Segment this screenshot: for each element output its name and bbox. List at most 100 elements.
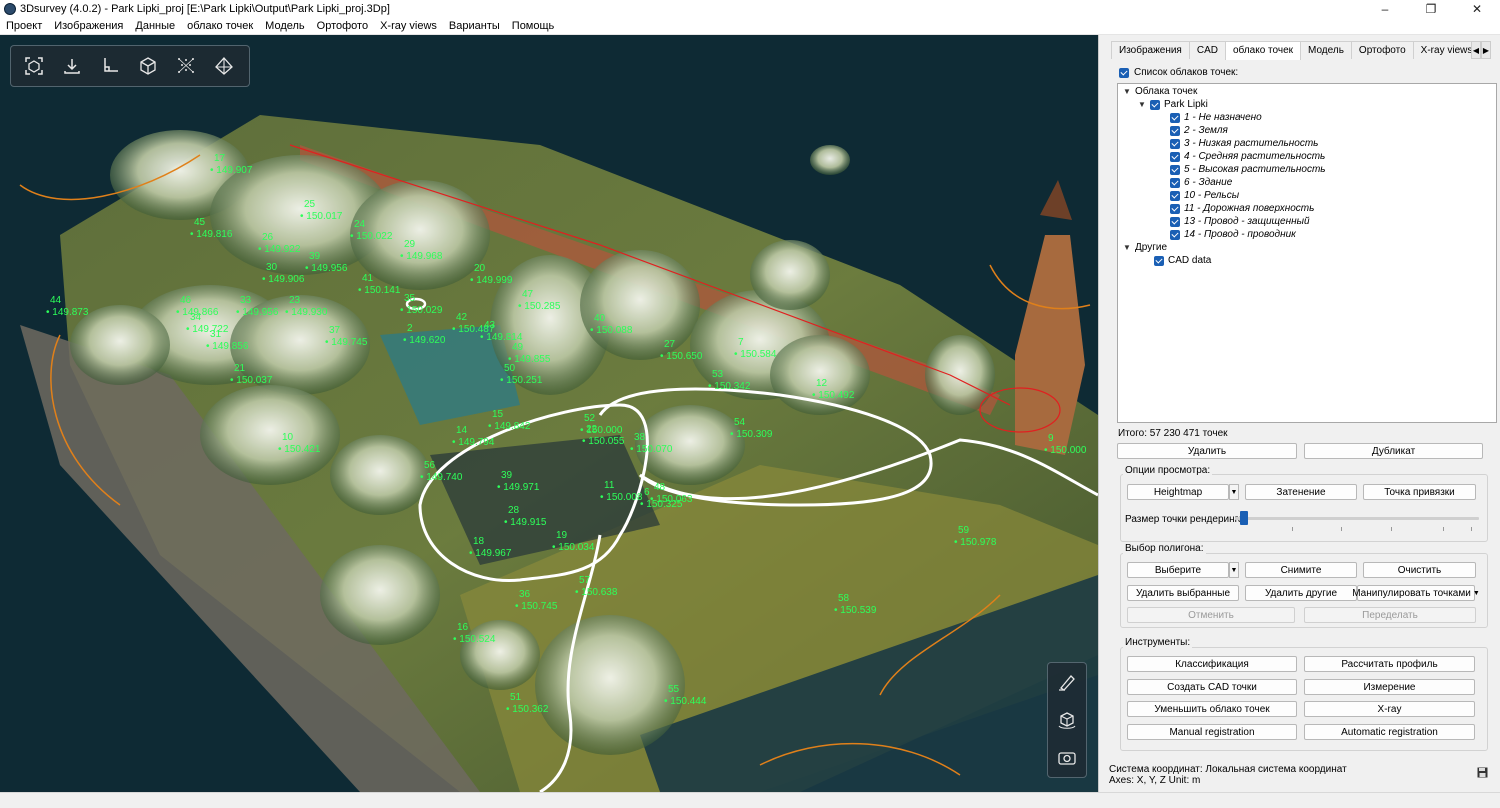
survey-point-id: 38 [634,432,646,443]
heightmap-dropdown[interactable]: Heightmap [1127,484,1229,500]
tree-node-class[interactable]: 11 - Дорожная поверхность [1170,203,1314,214]
tree-node-class[interactable]: 14 - Провод - проводник [1170,229,1296,240]
tree-node-class[interactable]: 5 - Высокая растительность [1170,164,1326,175]
classification-button[interactable]: Классификация [1127,656,1297,672]
menu-orthophoto[interactable]: Ортофото [311,18,374,35]
class-checkbox[interactable] [1170,125,1180,136]
snap-point-button[interactable]: Точка привязки [1363,484,1476,500]
tree-node-class[interactable]: 2 - Земля [1170,125,1228,136]
tree-node-root[interactable]: ▼ Облака точек [1123,86,1197,97]
focus-target-icon[interactable] [15,48,53,84]
manipulate-points-dropdown[interactable]: Манипулировать точками ▼ [1352,585,1480,601]
create-cad-points-button[interactable]: Создать CAD точки [1127,679,1297,695]
tab-images[interactable]: Изображения [1111,41,1190,59]
points-total: Итого: 57 230 471 точек [1118,428,1228,439]
download-icon[interactable] [53,48,91,84]
menu-project[interactable]: Проект [0,18,48,35]
tree-node-others[interactable]: ▼ Другие [1123,242,1167,253]
class-checkbox[interactable] [1170,177,1180,188]
redo-button[interactable]: Переделать [1304,607,1476,623]
class-checkbox[interactable] [1170,190,1180,201]
cloud-list-header[interactable]: Список облаков точек: [1119,67,1238,78]
tab-point-cloud[interactable]: облако точек [1224,41,1302,60]
survey-point-elevation: • 150.141 [358,285,401,296]
cube-rotate-icon[interactable] [1052,705,1082,735]
select-dropdown-arrow-icon[interactable]: ▼ [1229,562,1239,578]
menu-xray-views[interactable]: X-ray views [374,18,443,35]
tree-node-cad[interactable]: CAD data [1154,255,1211,266]
heightmap-dropdown-arrow-icon[interactable]: ▼ [1229,484,1239,500]
expand-arrow-icon[interactable]: ▼ [1138,100,1146,109]
cube-icon[interactable] [129,48,167,84]
point-size-slider-track[interactable] [1235,517,1479,520]
reduce-cloud-button[interactable]: Уменьшить облако точек [1127,701,1297,717]
select-dropdown[interactable]: Выберите [1127,562,1229,578]
class-checkbox[interactable] [1170,151,1180,162]
maximize-button[interactable]: ❐ [1408,0,1454,18]
polygon-selection-title: Выбор полигона: [1123,543,1206,554]
duplicate-button[interactable]: Дубликат [1304,443,1483,459]
survey-point-id: 39 [501,470,513,481]
expand-arrow-icon[interactable]: ▼ [1123,243,1131,252]
calculate-profile-button[interactable]: Рассчитать профиль [1304,656,1475,672]
tree-node-class[interactable]: 3 - Низкая растительность [1170,138,1318,149]
tree-node-class[interactable]: 4 - Средняя растительность [1170,151,1325,162]
menu-images[interactable]: Изображения [48,18,129,35]
menu-point-cloud[interactable]: облако точек [181,18,259,35]
survey-point-id: 41 [362,273,374,284]
menu-variants[interactable]: Варианты [443,18,506,35]
delete-selected-button[interactable]: Удалить выбранные [1127,585,1239,601]
class-checkbox[interactable] [1170,112,1180,123]
axes-icon[interactable] [91,48,129,84]
project-checkbox[interactable] [1150,99,1160,110]
tree-node-class[interactable]: 1 - Не назначено [1170,112,1262,123]
point-scatter-icon[interactable] [167,48,205,84]
measurement-button[interactable]: Измерение [1304,679,1475,695]
save-icon[interactable] [1477,767,1488,778]
tree-node-class[interactable]: 10 - Рельсы [1170,190,1239,201]
pen-tool-icon[interactable] [1052,667,1082,697]
class-checkbox[interactable] [1170,229,1180,240]
menu-help[interactable]: Помощь [506,18,561,35]
screenshot-camera-icon[interactable] [1052,743,1082,773]
class-checkbox[interactable] [1170,216,1180,227]
tree-node-project[interactable]: ▼ Park Lipki [1138,99,1208,110]
deselect-button[interactable]: Снимите [1245,562,1357,578]
automatic-registration-button[interactable]: Automatic registration [1304,724,1475,740]
cloud-list-checkbox[interactable] [1119,67,1129,78]
clear-button[interactable]: Очистить [1363,562,1476,578]
shading-button[interactable]: Затенение [1245,484,1357,500]
manual-registration-button[interactable]: Manual registration [1127,724,1297,740]
survey-point-elevation: • 150.524 [453,634,496,645]
menu-data[interactable]: Данные [129,18,181,35]
delete-button[interactable]: Удалить [1117,443,1297,459]
tree-node-label: 5 - Высокая растительность [1184,164,1326,175]
survey-point-elevation: • 150.008 [600,492,643,503]
point-size-slider-handle[interactable] [1239,511,1248,525]
survey-point-elevation: • 150.000 [580,425,623,436]
survey-point-elevation: • 150.029 [400,305,443,316]
tab-scroll-left-icon[interactable]: ◀ [1471,41,1481,59]
tab-cad[interactable]: CAD [1188,41,1226,59]
minimize-button[interactable]: – [1362,0,1408,18]
class-checkbox[interactable] [1170,164,1180,175]
class-checkbox[interactable] [1170,203,1180,214]
pyramid-icon[interactable] [205,48,243,84]
tree-node-class[interactable]: 13 - Провод - защищенный [1170,216,1310,227]
tab-orthophoto[interactable]: Ортофото [1350,41,1414,59]
survey-point-elevation: • 149.956 [236,307,279,318]
undo-button[interactable]: Отменить [1127,607,1295,623]
menu-model[interactable]: Модель [259,18,310,35]
tab-model[interactable]: Модель [1300,41,1352,59]
tab-scroll-right-icon[interactable]: ▶ [1481,41,1491,59]
class-checkbox[interactable] [1170,138,1180,149]
xray-button[interactable]: X-ray [1304,701,1475,717]
survey-point-id: 49 [512,342,524,353]
survey-point-elevation: • 150.342 [708,381,751,392]
cad-checkbox[interactable] [1154,255,1164,266]
point-cloud-viewport[interactable]: 17 • 149.907 25 • 150.017 26 • 149.922 45 • 149… [0,35,1098,792]
expand-arrow-icon[interactable]: ▼ [1123,87,1131,96]
tree-node-class[interactable]: 6 - Здание [1170,177,1232,188]
close-button[interactable]: ✕ [1454,0,1500,18]
delete-others-button[interactable]: Удалить другие [1245,585,1357,601]
